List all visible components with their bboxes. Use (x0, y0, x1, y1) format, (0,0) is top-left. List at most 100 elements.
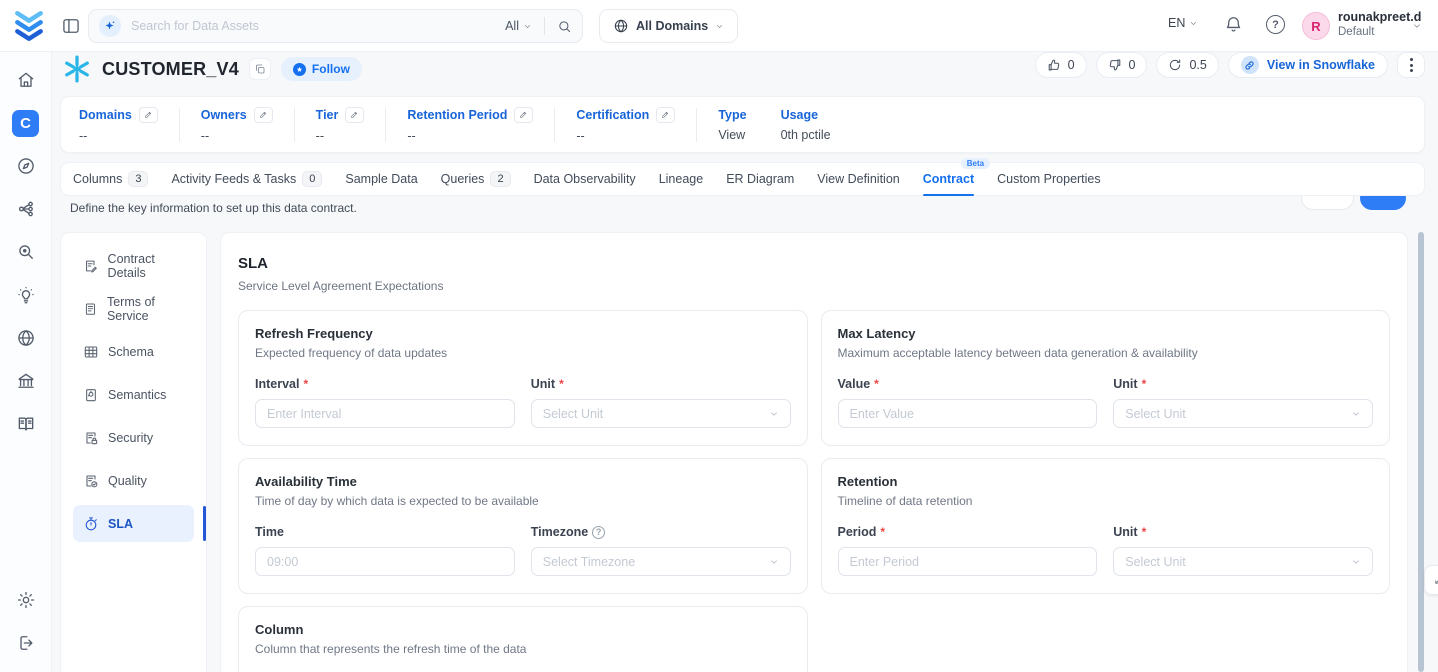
version-button[interactable]: 0.5 (1156, 52, 1218, 78)
retention-unit-select[interactable]: Select Unit (1113, 547, 1373, 576)
edit-tier-pencil-icon[interactable] (345, 107, 364, 123)
search-icon[interactable] (557, 19, 572, 34)
period-field: Period* (838, 525, 1098, 576)
contract-nav-sla[interactable]: SLA (73, 505, 194, 542)
latency-unit-label: Unit (1113, 377, 1137, 391)
availability-time-title: Availability Time (255, 474, 791, 489)
sidebar-item-insights[interactable] (8, 277, 44, 313)
version-history-icon (1168, 58, 1182, 72)
sla-cards-grid: Refresh Frequency Expected frequency of … (238, 310, 1390, 672)
copy-icon[interactable] (249, 58, 271, 80)
language-dropdown[interactable]: EN (1168, 16, 1198, 30)
search-scope-label: All (505, 19, 519, 33)
tab-columns[interactable]: Columns 3 (73, 162, 148, 196)
help-icon[interactable]: ? (1266, 15, 1288, 37)
contract-details-icon (83, 258, 99, 274)
vertical-scrollbar[interactable] (1418, 232, 1424, 672)
tab-view-definition[interactable]: View Definition (817, 162, 899, 196)
timezone-help-icon[interactable]: ? (592, 526, 605, 539)
avatar[interactable]: R (1302, 12, 1330, 40)
latency-unit-select[interactable]: Select Unit (1113, 399, 1373, 428)
upvote-button[interactable]: 0 (1035, 52, 1087, 78)
global-search: All (88, 9, 583, 43)
retention-desc: Timeline of data retention (838, 494, 1374, 508)
latency-value-input[interactable] (838, 399, 1098, 428)
sidebar-item-home[interactable] (8, 62, 44, 98)
beta-badge: Beta (961, 158, 990, 169)
semantics-icon (83, 387, 99, 403)
divider (179, 108, 180, 142)
settings-gear-icon[interactable] (8, 582, 44, 618)
timezone-select[interactable]: Select Timezone (531, 547, 791, 576)
edit-retention-pencil-icon[interactable] (514, 107, 533, 123)
tab-queries[interactable]: Queries 2 (441, 162, 511, 196)
metadata-field-type: Type View (714, 108, 750, 142)
tab-er-diagram[interactable]: ER Diagram (726, 162, 794, 196)
entity-tabs: Columns 3 Activity Feeds & Tasks 0 Sampl… (60, 162, 1425, 196)
more-options-kebab-icon[interactable] (1397, 52, 1425, 78)
edit-domains-pencil-icon[interactable] (139, 107, 158, 123)
tab-custom-properties[interactable]: Custom Properties (997, 162, 1101, 196)
availability-time-card: Availability Time Time of day by which d… (238, 458, 808, 594)
language-label: EN (1168, 16, 1185, 30)
timezone-field: Timezone ? Select Timezone (531, 525, 791, 576)
certification-value: -- (576, 129, 675, 143)
contract-nav-quality[interactable]: Quality (73, 462, 194, 499)
snowflake-icon (62, 54, 92, 84)
downvote-button[interactable]: 0 (1096, 52, 1148, 78)
contract-nav-security[interactable]: Security (73, 419, 194, 456)
contract-nav-contract-details[interactable]: Contract Details (73, 247, 194, 284)
interval-input[interactable] (255, 399, 515, 428)
chevron-down-icon (1351, 409, 1361, 419)
sidebar-item-explore[interactable] (8, 148, 44, 184)
usage-label: Usage (781, 108, 819, 122)
columns-count-badge: 3 (128, 171, 148, 187)
tab-data-observability[interactable]: Data Observability (534, 162, 636, 196)
metadata-field-retention: Retention Period -- (403, 107, 537, 143)
max-latency-desc: Maximum acceptable latency between data … (838, 346, 1374, 360)
edit-owners-pencil-icon[interactable] (254, 107, 273, 123)
search-input[interactable] (131, 19, 505, 33)
ai-sparkle-icon[interactable] (99, 15, 121, 37)
tab-contract[interactable]: Contract Beta (923, 162, 974, 196)
entity-actions: 0 0 0.5 View in Snowflake (1035, 52, 1425, 78)
resize-handle[interactable] (1424, 565, 1438, 595)
sidebar-toggle-icon[interactable] (61, 16, 81, 36)
contract-nav-schema[interactable]: Schema (73, 333, 194, 370)
metadata-field-tier: Tier -- (312, 107, 369, 143)
c-app-icon: C (12, 110, 39, 137)
sidebar-item-governance[interactable] (8, 363, 44, 399)
type-label: Type (718, 108, 746, 122)
time-input[interactable] (255, 547, 515, 576)
follow-label: Follow (312, 62, 350, 76)
tab-sample-data[interactable]: Sample Data (345, 162, 417, 196)
period-input[interactable] (838, 547, 1098, 576)
column-title: Column (255, 622, 791, 637)
search-scope-dropdown[interactable]: All (505, 19, 532, 33)
app-logo-icon[interactable] (13, 9, 45, 43)
notifications-bell-icon[interactable] (1224, 15, 1246, 37)
tab-lineage[interactable]: Lineage (659, 162, 704, 196)
logout-icon[interactable] (8, 625, 44, 661)
contract-nav-semantics[interactable]: Semantics (73, 376, 194, 413)
contract-nav-terms-of-service[interactable]: Terms of Service (73, 290, 194, 327)
edit-certification-pencil-icon[interactable] (656, 107, 675, 123)
tab-activity-feeds[interactable]: Activity Feeds & Tasks 0 (171, 162, 322, 196)
view-in-snowflake-button[interactable]: View in Snowflake (1228, 52, 1388, 78)
retention-period-label: Retention Period (407, 108, 507, 122)
sidebar-item-domains[interactable] (8, 320, 44, 356)
sidebar-item-app-c[interactable]: C (8, 105, 44, 141)
refresh-unit-select[interactable]: Select Unit (531, 399, 791, 428)
user-menu[interactable]: rounakpreet.d Default (1338, 10, 1421, 38)
sidebar-item-lineage[interactable] (8, 191, 44, 227)
sidebar-item-glossary[interactable] (8, 406, 44, 442)
sidebar-item-observability[interactable] (8, 234, 44, 270)
chevron-down-icon (1351, 557, 1361, 567)
domains-value: -- (79, 129, 158, 143)
user-menu-chevron-icon[interactable] (1412, 21, 1422, 31)
chevron-down-icon (769, 557, 779, 567)
version-number: 0.5 (1189, 58, 1206, 72)
all-domains-filter[interactable]: All Domains (599, 9, 738, 43)
user-name: rounakpreet.d (1338, 10, 1421, 24)
follow-button[interactable]: Follow (281, 57, 362, 81)
